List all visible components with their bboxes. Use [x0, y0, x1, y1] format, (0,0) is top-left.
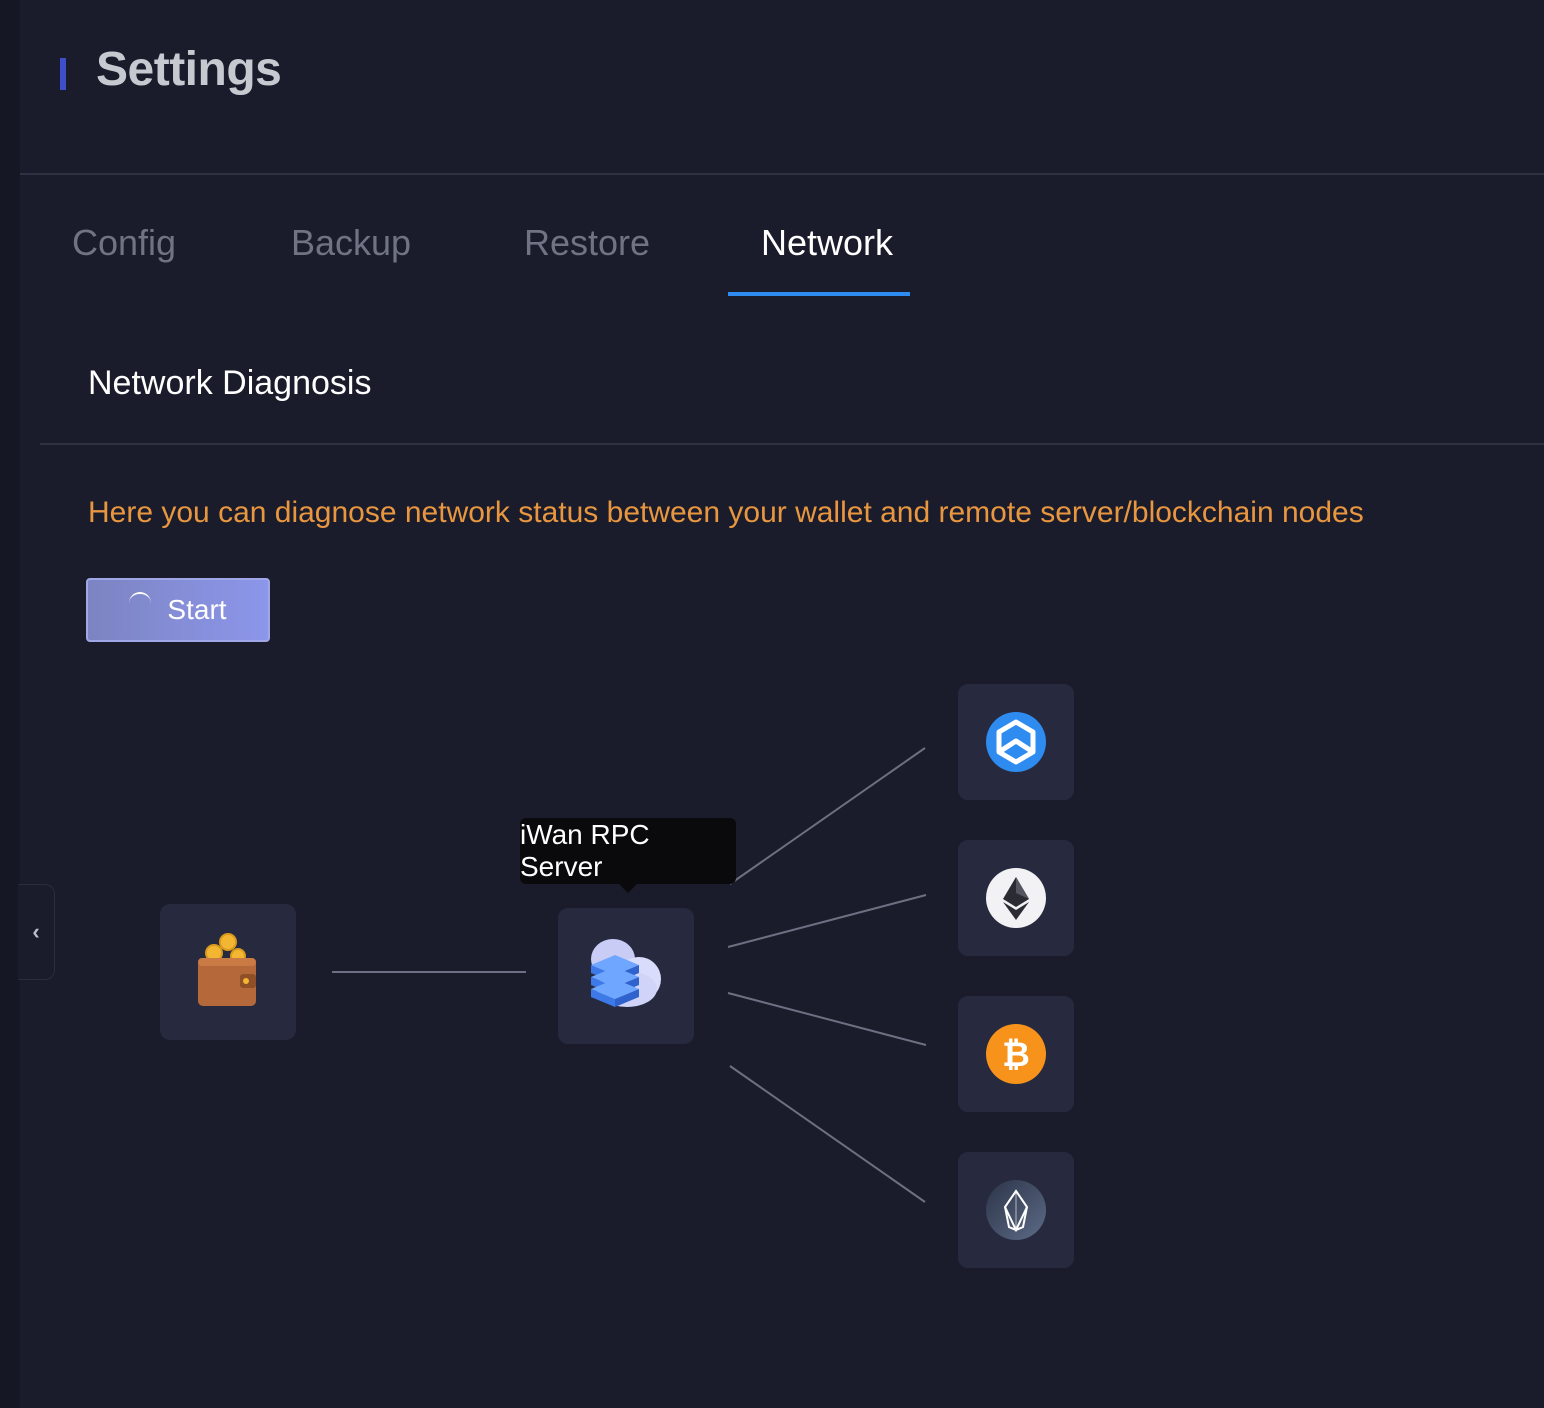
bitcoin-node: ₿ [958, 996, 1074, 1112]
loading-spinner-icon [129, 592, 152, 614]
left-sidebar-strip [0, 0, 20, 1408]
chevron-left-icon: ‹ [32, 919, 40, 944]
tab-backup[interactable]: Backup [291, 222, 411, 264]
ethereum-icon [986, 868, 1046, 928]
server-tooltip: iWan RPC Server [520, 818, 736, 884]
tab-restore[interactable]: Restore [524, 222, 650, 264]
diagnosis-description: Here you can diagnose network status bet… [88, 496, 1364, 529]
bitcoin-icon: ₿ [986, 1024, 1046, 1084]
server-ethereum-line [727, 894, 927, 948]
tooltip-arrow [618, 883, 638, 893]
page-title: Settings [96, 43, 282, 96]
ethereum-node [958, 840, 1074, 956]
title-accent-bar [60, 58, 66, 90]
eos-icon [986, 1180, 1046, 1240]
eos-node [958, 1152, 1074, 1268]
start-button[interactable]: Start [86, 578, 270, 642]
settings-tabs: Config Backup Restore Network [20, 176, 1544, 296]
section-title: Network Diagnosis [88, 364, 372, 402]
wallet-icon [198, 933, 256, 1006]
page-header: Settings [20, 0, 1544, 175]
server-bitcoin-line [727, 992, 927, 1046]
cloud-server-icon [591, 939, 661, 1007]
wallet-node [160, 904, 296, 1040]
server-wanchain-line [729, 747, 926, 885]
wanchain-node [958, 684, 1074, 800]
section-divider [40, 443, 1544, 445]
wanchain-icon [986, 712, 1046, 772]
tab-network[interactable]: Network [761, 222, 893, 264]
tab-config[interactable]: Config [72, 222, 176, 264]
server-node [558, 908, 694, 1044]
start-button-label: Start [167, 594, 227, 625]
collapse-sidebar-button[interactable]: ‹ [18, 884, 55, 980]
active-tab-indicator [728, 292, 910, 296]
server-eos-line [729, 1065, 926, 1203]
svg-text:₿: ₿ [1002, 1035, 1030, 1075]
